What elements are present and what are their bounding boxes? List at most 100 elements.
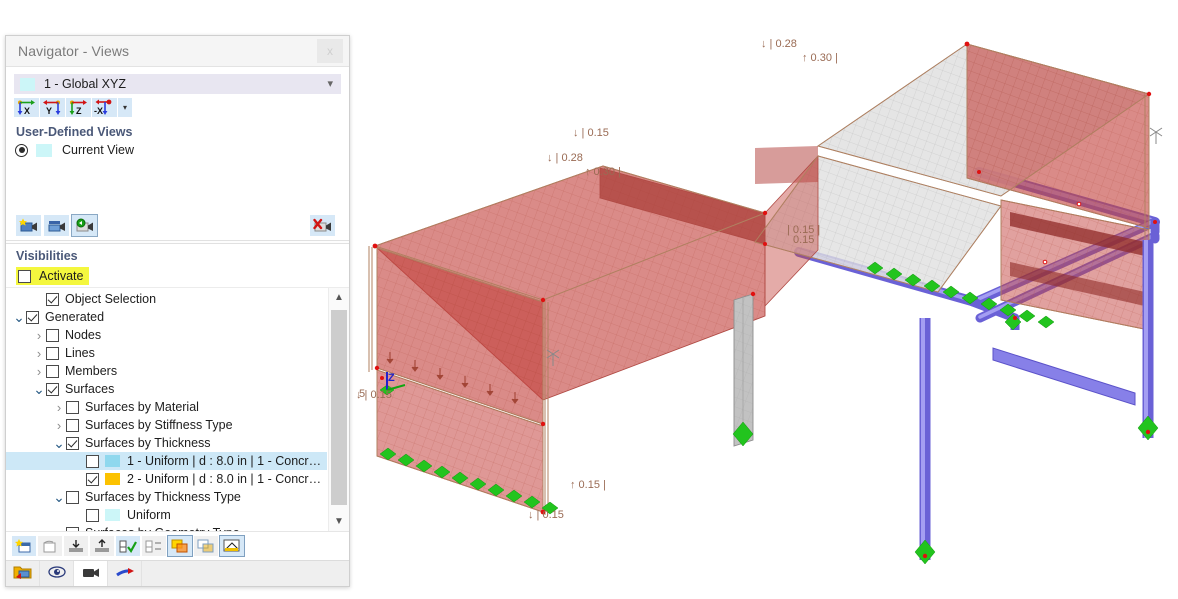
- model-3d-viewport[interactable]: ↓ | 0.28↑ 0.30 |↓ | 0.15↓ | 0.28↑ 0.30 |…: [355, 0, 1178, 599]
- current-view-radio[interactable]: [15, 144, 28, 157]
- tree-row-checkbox[interactable]: [46, 293, 59, 306]
- user-defined-views-heading: User-Defined Views: [6, 119, 349, 142]
- load-value-label: ↑ 0.30 |: [802, 52, 838, 64]
- view-selector-wrap: 1 - Global XYZ ▾: [6, 67, 349, 94]
- chevron-down-icon[interactable]: ⌄: [52, 440, 66, 446]
- chevron-down-icon[interactable]: ⌄: [32, 386, 46, 392]
- chevron-right-icon[interactable]: ›: [32, 328, 46, 343]
- new-visibility-button[interactable]: [12, 536, 36, 556]
- eye-icon: [47, 564, 67, 583]
- tree-row-checkbox[interactable]: [26, 311, 39, 324]
- load-value-label: ↓ | 0.15: [528, 509, 564, 521]
- tree-row-checkbox[interactable]: [46, 329, 59, 342]
- tree-row[interactable]: ›Nodes: [6, 326, 327, 344]
- tree-row-label: Surfaces: [65, 382, 114, 396]
- tree-row[interactable]: ›Surfaces by Stiffness Type: [6, 416, 327, 434]
- tree-row-checkbox[interactable]: [46, 383, 59, 396]
- tree-row[interactable]: › Lines: [6, 344, 327, 362]
- load-value-label: ↓ | 0.28: [761, 38, 797, 50]
- camera-icon: [81, 564, 101, 583]
- scroll-up-button[interactable]: ▲: [329, 288, 349, 307]
- tree-scrollbar[interactable]: ▲ ▼: [328, 288, 349, 531]
- tree-row[interactable]: ⌄ Generated: [6, 308, 327, 326]
- tree-row-label: Surfaces by Thickness: [85, 436, 211, 450]
- tree-row-label: Surfaces by Thickness Type: [85, 490, 241, 504]
- chevron-right-icon[interactable]: ›: [52, 418, 66, 433]
- tree-row-label: Object Selection: [65, 292, 156, 306]
- tree-row-checkbox[interactable]: [66, 527, 79, 532]
- panel-title: Navigator - Views: [6, 43, 129, 59]
- close-icon[interactable]: x: [317, 39, 343, 63]
- tab-display-navigator[interactable]: [40, 561, 74, 586]
- axis-label: Z: [388, 372, 395, 384]
- view-z-button[interactable]: Z: [66, 98, 91, 117]
- tree-row[interactable]: ›Surfaces by Geometry Type: [6, 524, 327, 531]
- tree-row-checkbox[interactable]: [46, 365, 59, 378]
- chevron-right-icon[interactable]: ›: [32, 346, 46, 361]
- scrollbar-thumb[interactable]: [331, 310, 347, 505]
- model-3d-svg: [355, 0, 1178, 599]
- edit-visibility-button[interactable]: [38, 536, 62, 556]
- activate-row[interactable]: Activate: [6, 266, 349, 287]
- save-view-button[interactable]: [44, 215, 69, 236]
- chevron-right-icon[interactable]: ›: [32, 364, 46, 379]
- tree-row-checkbox[interactable]: [46, 347, 59, 360]
- tree-row[interactable]: 2 - Uniform | d : 8.0 in | 1 - Concrete …: [6, 470, 327, 488]
- tree-row-checkbox[interactable]: [66, 491, 79, 504]
- invert-selection-button[interactable]: [142, 536, 166, 556]
- chevron-right-icon[interactable]: ›: [52, 400, 66, 415]
- view-negx-button[interactable]: -X: [92, 98, 117, 117]
- tree-row-checkbox[interactable]: [86, 509, 99, 522]
- tree-row-label: 2 - Uniform | d : 8.0 in | 1 - Concrete …: [127, 472, 327, 486]
- views-list-empty-area: [6, 157, 349, 212]
- tree-row[interactable]: Uniform: [6, 506, 327, 524]
- tree-row[interactable]: › Members: [6, 362, 327, 380]
- tree-row-label: Lines: [65, 346, 95, 360]
- chevron-down-icon[interactable]: ⌄: [52, 494, 66, 500]
- tree-row-color-swatch: [105, 509, 120, 521]
- axis-view-toolbar: X Y Z: [6, 94, 349, 119]
- scroll-down-button[interactable]: ▼: [329, 512, 349, 531]
- svg-text:X: X: [24, 106, 30, 116]
- select-all-button[interactable]: [116, 536, 140, 556]
- tree-row[interactable]: Object Selection: [6, 290, 327, 308]
- camera-toolbar: [6, 212, 349, 241]
- steel-frame-members: [993, 348, 1135, 405]
- export-visibility-button[interactable]: [90, 536, 114, 556]
- tree-row-label: Surfaces by Material: [85, 400, 199, 414]
- view-y-button[interactable]: Y: [40, 98, 65, 117]
- tab-views-navigator[interactable]: [74, 561, 108, 586]
- display-settings-button[interactable]: [220, 536, 244, 556]
- tree-row-checkbox[interactable]: [86, 455, 99, 468]
- chevron-right-icon[interactable]: ›: [52, 526, 66, 532]
- tree-row[interactable]: 1 - Uniform | d : 8.0 in | 1 - Concrete …: [6, 452, 327, 470]
- svg-text:Y: Y: [46, 106, 52, 116]
- tree-row[interactable]: › Surfaces by Material: [6, 398, 327, 416]
- apply-view-button[interactable]: [72, 215, 97, 236]
- new-view-button[interactable]: [16, 215, 41, 236]
- delete-view-button[interactable]: [310, 215, 335, 236]
- view-selector-dropdown[interactable]: 1 - Global XYZ ▾: [14, 74, 341, 94]
- view-x-button[interactable]: X: [14, 98, 39, 117]
- view-selector-value: 1 - Global XYZ: [44, 77, 126, 91]
- axis-dropdown-arrow[interactable]: ▾: [118, 98, 132, 117]
- tree-row-checkbox[interactable]: [66, 401, 79, 414]
- show-all-button[interactable]: [168, 536, 192, 556]
- tab-project-navigator[interactable]: [6, 561, 40, 586]
- tree-row[interactable]: ⌄ Surfaces: [6, 380, 327, 398]
- tree-row-label: Generated: [45, 310, 104, 324]
- tree-row[interactable]: ⌄ Surfaces by Thickness Type: [6, 488, 327, 506]
- tree-row-checkbox[interactable]: [66, 419, 79, 432]
- tree-row-checkbox[interactable]: [66, 437, 79, 450]
- activate-checkbox[interactable]: [18, 270, 31, 283]
- tab-results-navigator[interactable]: [108, 561, 142, 586]
- hide-selected-button[interactable]: [194, 536, 218, 556]
- tree-row-color-swatch: [105, 473, 120, 485]
- activate-highlight: Activate: [16, 267, 89, 285]
- user-defined-view-item[interactable]: Current View: [6, 142, 349, 157]
- tree-row[interactable]: ⌄ Surfaces by Thickness: [6, 434, 327, 452]
- tree-row-checkbox[interactable]: [86, 473, 99, 486]
- import-visibility-button[interactable]: [64, 536, 88, 556]
- chevron-down-icon[interactable]: ⌄: [12, 314, 26, 320]
- tree-row-label: Members: [65, 364, 117, 378]
